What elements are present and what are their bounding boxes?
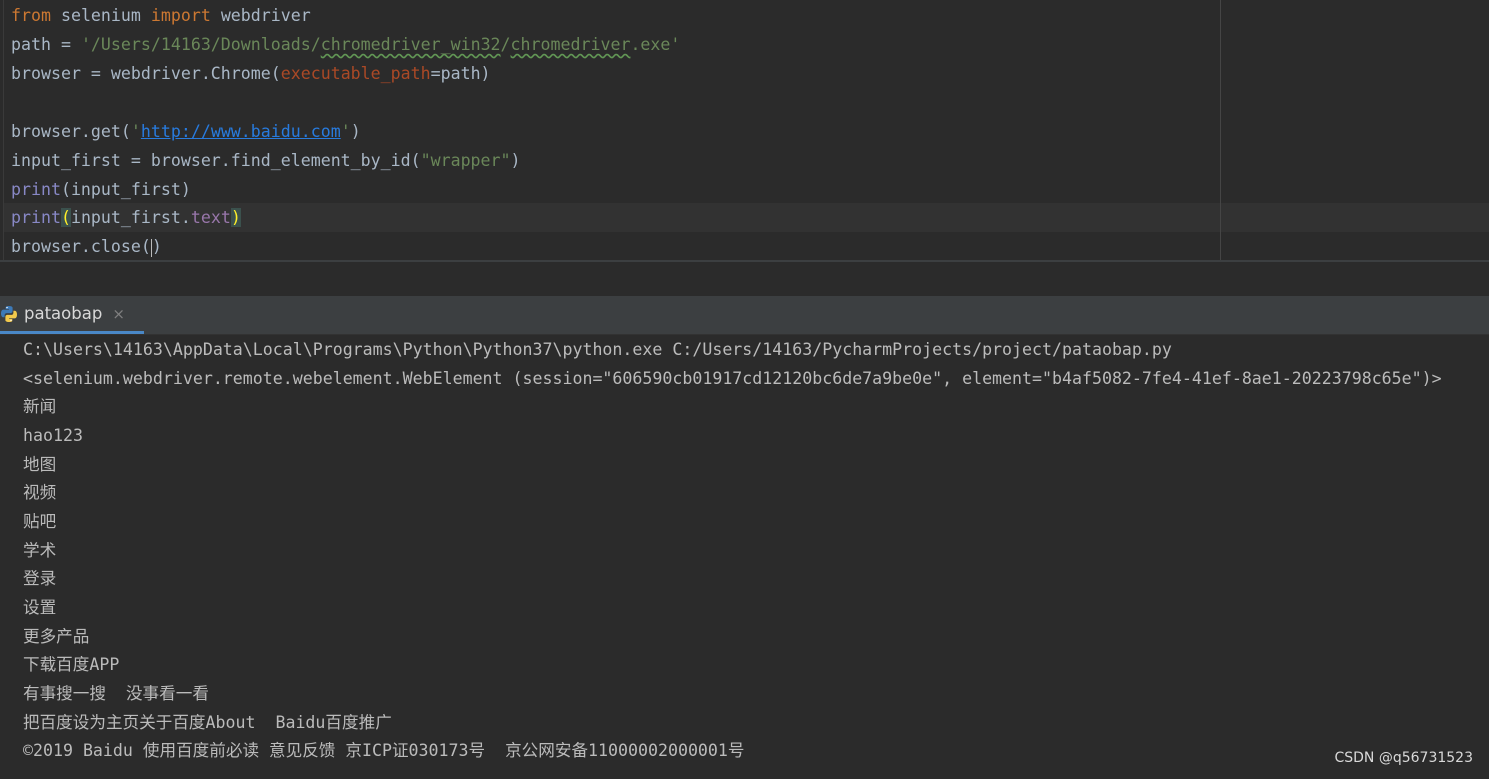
console-line: 视频 [23, 483, 57, 502]
string-literal: ' [130, 122, 141, 141]
watermark: CSDN @q56731523 [1334, 750, 1473, 766]
console-line: 新闻 [23, 397, 57, 416]
url-link[interactable]: http://www.baidu.com [141, 122, 341, 141]
code-token: webdriver [210, 6, 311, 25]
pycharm-window: from selenium import webdriver path = '/… [0, 0, 1489, 779]
close-icon[interactable]: × [112, 305, 125, 323]
code-token: ) [350, 122, 361, 141]
code-editor[interactable]: from selenium import webdriver path = '/… [0, 0, 1489, 262]
run-console[interactable]: C:\Users\14163\AppData\Local\Programs\Py… [0, 335, 1489, 779]
code-token: selenium [50, 6, 151, 25]
code-token: =path) [430, 64, 491, 83]
console-line: 更多产品 [23, 627, 90, 646]
console-line: 下载百度APP [23, 655, 120, 674]
code-line-6[interactable]: input_first = browser.find_element_by_id… [11, 146, 521, 175]
code-token: ) [151, 237, 162, 256]
console-line: 设置 [23, 598, 57, 617]
panel-splitter[interactable] [0, 262, 1489, 296]
console-line: C:\Users\14163\AppData\Local\Programs\Py… [23, 340, 1172, 359]
code-token: ) [510, 151, 521, 170]
code-token: input_first. [70, 208, 191, 227]
tab-pataobap[interactable]: pataobap × [0, 296, 144, 334]
matched-brace: ( [60, 208, 71, 227]
code-token: browser.close( [11, 237, 151, 256]
code-line-3[interactable]: browser = webdriver.Chrome(executable_pa… [11, 59, 491, 88]
attribute: text [190, 208, 231, 227]
right-margin-guide [1220, 0, 1221, 262]
console-line: 把百度设为主页关于百度About Baidu百度推广 [23, 713, 392, 732]
string-literal-typo: chromedriver_win32 [320, 35, 501, 54]
console-line: hao123 [23, 426, 83, 445]
run-tab-label: pataobap [24, 304, 103, 323]
run-tool-window-header: pataobap × [0, 296, 1489, 335]
matched-brace: ) [230, 208, 241, 227]
string-literal: '/Users/14163/Downloads/ [80, 35, 321, 54]
code-line-9[interactable]: browser.close() [11, 232, 162, 261]
builtin-function: print [11, 180, 61, 199]
code-line-8[interactable]: print(input_first.text) [11, 203, 241, 232]
code-token: input_first = browser.find_element_by_id… [11, 151, 421, 170]
code-token: browser.get( [11, 122, 131, 141]
python-icon [0, 305, 18, 323]
console-line: <selenium.webdriver.remote.webelement.We… [23, 369, 1442, 388]
builtin-function: print [11, 208, 61, 227]
console-line: 学术 [23, 541, 57, 560]
console-line: 有事搜一搜 没事看一看 [23, 684, 209, 703]
code-line-7[interactable]: print(input_first) [11, 175, 191, 204]
string-literal: .exe' [630, 35, 681, 54]
string-literal: / [500, 35, 511, 54]
console-line: ©2019 Baidu 使用百度前必读 意见反馈 京ICP证030173号 京公… [23, 741, 745, 760]
code-token: browser = webdriver.Chrome( [11, 64, 281, 83]
console-line: 地图 [23, 455, 57, 474]
code-token: path = [11, 35, 81, 54]
keyword: from [11, 6, 51, 25]
console-line: 贴吧 [23, 512, 57, 531]
code-line-1[interactable]: from selenium import webdriver [11, 1, 311, 30]
keyword: import [150, 6, 211, 25]
code-line-5[interactable]: browser.get('http://www.baidu.com') [11, 117, 361, 146]
console-line: 登录 [23, 569, 57, 588]
keyword-argument: executable_path [280, 64, 431, 83]
code-token: (input_first) [60, 180, 191, 199]
string-literal-typo: chromedriver [510, 35, 631, 54]
code-line-2[interactable]: path = '/Users/14163/Downloads/chromedri… [11, 30, 680, 59]
string-literal: ' [340, 122, 351, 141]
string-literal: "wrapper" [420, 151, 511, 170]
